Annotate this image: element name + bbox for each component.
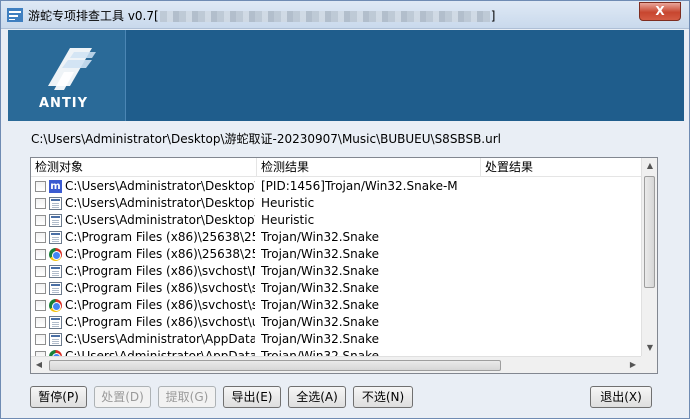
table-row[interactable]: C:\Users\Administrator\Desktop\游... Heuri…	[31, 195, 643, 212]
extract-button[interactable]: 提取(G)	[158, 386, 216, 408]
cell-result: Trojan/Win32.Snake	[261, 281, 380, 295]
cell-action	[485, 195, 641, 212]
cell-action	[485, 280, 641, 297]
scroll-up-arrow-icon[interactable]: ▲	[643, 159, 657, 173]
table-row[interactable]: C:\Program Files (x86)\svchost\upd... Tro…	[31, 314, 643, 331]
chrome-file-icon	[49, 299, 62, 312]
cell-result: Trojan/Win32.Snake	[261, 332, 380, 346]
scroll-right-arrow-icon[interactable]: ▶	[626, 358, 640, 372]
row-checkbox[interactable]	[35, 215, 46, 226]
title-bar[interactable]: 游蛇专项排查工具 v0.7[] X	[1, 1, 689, 29]
vertical-scrollbar[interactable]: ▲ ▼	[641, 158, 657, 356]
scroll-left-arrow-icon[interactable]: ◀	[32, 358, 46, 372]
cell-object: C:\Users\Administrator\AppData\Loc...	[65, 332, 255, 346]
row-checkbox[interactable]	[35, 300, 46, 311]
cell-action	[485, 331, 641, 348]
cell-result: Heuristic	[261, 196, 315, 210]
current-scan-path: C:\Users\Administrator\Desktop\游蛇取证-2023…	[31, 132, 501, 146]
cell-object: C:\Program Files (x86)\svchost\Med...	[65, 264, 255, 278]
cell-object: C:\Users\Administrator\Desktop\c12...	[65, 179, 255, 193]
cell-action	[485, 229, 641, 246]
executable-file-icon	[49, 282, 62, 295]
executable-file-icon	[49, 231, 62, 244]
horizontal-scroll-thumb[interactable]	[49, 360, 501, 371]
cell-action	[485, 212, 641, 229]
logo-text: ANTIY	[39, 96, 89, 111]
table-row[interactable]: C:\Users\Administrator\AppData\Loc... Tro…	[31, 331, 643, 348]
executable-file-icon	[49, 197, 62, 210]
executable-file-icon	[49, 316, 62, 329]
cell-object: C:\Program Files (x86)\svchost\svch...	[65, 281, 255, 295]
scroll-down-arrow-icon[interactable]: ▼	[643, 341, 657, 355]
cell-result: Trojan/Win32.Snake	[261, 298, 380, 312]
row-checkbox[interactable]	[35, 181, 46, 192]
pause-button[interactable]: 暂停(P)	[30, 386, 87, 408]
table-row[interactable]: mC:\Users\Administrator\Desktop\c12... [P…	[31, 178, 643, 195]
cell-object: C:\Users\Administrator\Desktop\游...	[65, 196, 255, 210]
horizontal-scrollbar[interactable]: ◀ ▶	[31, 356, 641, 373]
close-button[interactable]: X	[639, 2, 681, 21]
cell-object: C:\Program Files (x86)\25638\2563...	[65, 247, 255, 261]
cell-action	[485, 297, 641, 314]
cell-result: Heuristic	[261, 213, 315, 227]
window-title: 游蛇专项排查工具 v0.7[]	[28, 7, 495, 24]
column-header-action[interactable]: 处置结果	[481, 158, 643, 177]
vertical-scroll-thumb[interactable]	[644, 176, 655, 288]
exit-button[interactable]: 退出(X)	[590, 386, 652, 408]
cell-object: C:\Program Files (x86)\svchost\svch...	[65, 298, 255, 312]
table-row[interactable]: C:\Users\Administrator\Desktop\游... Heuri…	[31, 212, 643, 229]
cell-action	[485, 263, 641, 280]
window-title-text: 游蛇专项排查工具 v0.7[	[28, 9, 159, 23]
row-checkbox[interactable]	[35, 334, 46, 345]
detection-list[interactable]: 检测对象 检测结果 处置结果 m C:\Users\Administrator\D…	[30, 157, 658, 374]
cell-result: Trojan/Win32.Snake	[261, 264, 380, 278]
cell-result: Trojan/Win32.Snake	[261, 247, 380, 261]
table-row[interactable]: C:\Program Files (x86)\25638\2563... Troj…	[31, 246, 643, 263]
export-button[interactable]: 导出(E)	[223, 386, 281, 408]
cell-object: C:\Program Files (x86)\svchost\upd...	[65, 315, 255, 329]
redacted-path-blur	[159, 11, 490, 22]
executable-file-icon	[49, 214, 62, 227]
row-checkbox[interactable]	[35, 283, 46, 294]
cell-action	[485, 178, 641, 195]
column-header-result[interactable]: 检测结果	[257, 158, 481, 177]
handle-button[interactable]: 处置(D)	[94, 386, 151, 408]
cell-action	[485, 246, 641, 263]
row-checkbox[interactable]	[35, 317, 46, 328]
cell-object: C:\Users\Administrator\Desktop\游...	[65, 213, 255, 227]
cell-result: Trojan/Win32.Snake	[261, 315, 380, 329]
column-header-object[interactable]: 检测对象	[31, 158, 257, 177]
scrollbar-corner	[641, 356, 657, 373]
executable-file-icon	[49, 333, 62, 346]
executable-file-icon	[49, 265, 62, 278]
cell-result: Trojan/Win32.Snake	[261, 230, 380, 244]
table-row[interactable]: C:\Program Files (x86)\svchost\Med... Tro…	[31, 263, 643, 280]
select-all-button[interactable]: 全选(A)	[288, 386, 346, 408]
list-header: 检测对象 检测结果 处置结果	[31, 158, 643, 177]
m-app-file-icon: m	[49, 180, 62, 193]
cell-action	[485, 314, 641, 331]
app-icon	[7, 8, 23, 22]
table-row[interactable]: C:\Program Files (x86)\svchost\svch... Tr…	[31, 297, 643, 314]
row-checkbox[interactable]	[35, 198, 46, 209]
window-title-suffix: ]	[490, 9, 496, 23]
table-row[interactable]: C:\Program Files (x86)\svchost\svch... Tr…	[31, 280, 643, 297]
main-window: 游蛇专项排查工具 v0.7[] X ANTIY C:\Users\Adminis…	[0, 0, 690, 419]
header-banner: ANTIY	[8, 30, 684, 121]
cell-result: [PID:1456]Trojan/Win32.Snake-M	[261, 179, 458, 193]
cell-object: C:\Program Files (x86)\25638\2563...	[65, 230, 255, 244]
row-checkbox[interactable]	[35, 266, 46, 277]
chrome-file-icon	[49, 248, 62, 261]
select-none-button[interactable]: 不选(N)	[353, 386, 413, 408]
logo: ANTIY	[8, 30, 126, 121]
row-checkbox[interactable]	[35, 232, 46, 243]
row-checkbox[interactable]	[35, 249, 46, 260]
table-row[interactable]: C:\Program Files (x86)\25638\2563... Troj…	[31, 229, 643, 246]
